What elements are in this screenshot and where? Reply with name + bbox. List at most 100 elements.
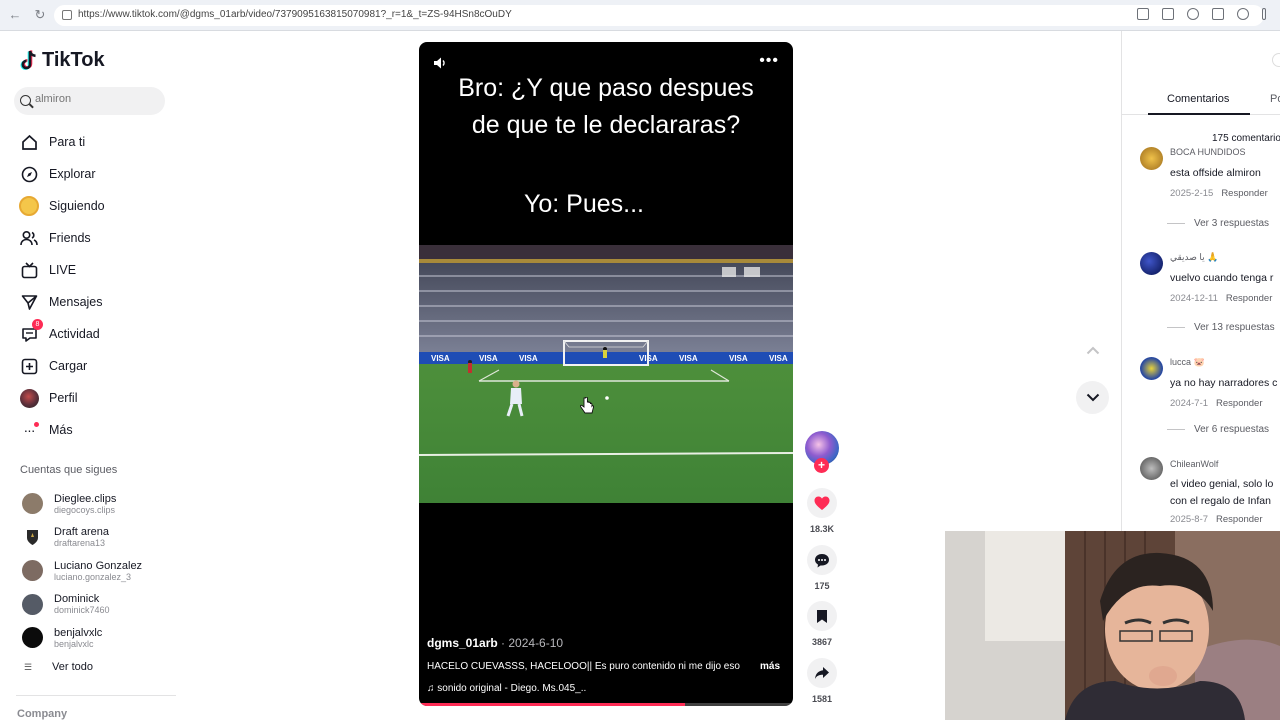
video-author[interactable]: dgms_01arb · 2024-6-10 (427, 636, 563, 650)
comment-username[interactable]: BOCA HUNDIDOS (1170, 147, 1246, 157)
following-list: Dieglee.clips diegocoys.clips Draft arena… (22, 487, 142, 655)
search-icon[interactable] (20, 95, 31, 106)
divider (16, 695, 176, 696)
nav-item-friends[interactable]: Friends (18, 222, 178, 254)
browser-toolbar: ← ↻ https://www.tiktok.com/@dgms_01arb/v… (0, 0, 1280, 31)
save-button[interactable] (807, 601, 837, 631)
avatar[interactable] (1140, 147, 1163, 170)
comment-username[interactable]: ChileanWolf (1170, 459, 1218, 469)
nav-label: Actividad (49, 327, 100, 341)
webcam-frame-image (945, 531, 1280, 720)
reply-button[interactable]: Responder (1216, 398, 1262, 409)
following-account[interactable]: benjalvxlc benjalvxlc (22, 621, 142, 655)
menu-icon[interactable] (1262, 8, 1266, 20)
comment-meta: 2025-8-7 Responder (1170, 514, 1263, 525)
profile-avatar-icon (18, 387, 40, 409)
follow-plus-icon[interactable]: + (814, 458, 829, 473)
svg-text:VISA: VISA (479, 354, 498, 363)
home-icon (18, 131, 40, 153)
see-all-link[interactable]: ☰ Ver todo (24, 661, 93, 673)
translate-icon[interactable] (1162, 8, 1174, 20)
notification-badge: 8 (32, 319, 43, 330)
nav-label: Mensajes (49, 295, 103, 309)
volume-icon[interactable] (433, 56, 447, 70)
extensions-icon[interactable] (1212, 8, 1224, 20)
reply-button[interactable]: Responder (1226, 293, 1272, 304)
share-icon (815, 667, 829, 679)
account-handle: dominick7460 (54, 605, 110, 616)
tab-comments[interactable]: Comentarios (1167, 93, 1229, 105)
following-account[interactable]: Dieglee.clips diegocoys.clips (22, 487, 142, 521)
next-video-button[interactable] (1076, 381, 1109, 414)
nav-item-explorar[interactable]: Explorar (18, 158, 178, 190)
search-input[interactable] (35, 93, 155, 105)
bookmark-star-icon[interactable] (1187, 8, 1199, 20)
video-date: · 2024-6-10 (497, 636, 564, 650)
nav-item-mensajes[interactable]: Mensajes (18, 286, 178, 318)
following-account[interactable]: Luciano Gonzalez luciano.gonzalez_3 (22, 554, 142, 588)
comment-text: vuelvo cuando tenga r (1170, 272, 1274, 284)
active-tab-indicator (1148, 113, 1250, 115)
following-account[interactable]: Draft arena draftarena13 (22, 521, 142, 555)
nav-item-para-ti[interactable]: Para ti (18, 126, 178, 158)
avatar[interactable] (1140, 457, 1163, 480)
url-text[interactable]: https://www.tiktok.com/@dgms_01arb/video… (78, 9, 512, 20)
share-button[interactable] (807, 658, 837, 688)
view-replies-link[interactable]: Ver 3 respuestas (1167, 218, 1269, 229)
address-bar[interactable]: https://www.tiktok.com/@dgms_01arb/video… (54, 5, 1264, 26)
video-description: HACELO CUEVASSS, HACELOOO|| Es puro cont… (427, 661, 740, 672)
following-account[interactable]: Dominick dominick7460 (22, 588, 142, 622)
tab-other[interactable]: Po (1270, 93, 1280, 105)
tab-icon[interactable] (1137, 8, 1149, 20)
avatar[interactable] (1140, 357, 1163, 380)
browser-extension-icons (1137, 8, 1266, 20)
comment-text: esta offside almiron (1170, 167, 1261, 179)
reload-icon[interactable]: ↻ (32, 7, 48, 23)
previous-video-button[interactable] (1076, 334, 1109, 367)
search-box[interactable] (14, 87, 165, 115)
comment-username[interactable]: lucca 🐷 (1170, 357, 1205, 368)
reply-button[interactable]: Responder (1216, 514, 1262, 525)
bookmark-icon (817, 609, 827, 623)
nav-item-perfil[interactable]: Perfil (18, 382, 178, 414)
nav-item-cargar[interactable]: Cargar (18, 350, 178, 382)
back-arrow-icon[interactable]: ← (7, 7, 23, 23)
author-name[interactable]: dgms_01arb (427, 636, 498, 650)
nav-label: Siguiendo (49, 199, 105, 213)
activity-icon: 8 (18, 319, 43, 345)
svg-text:VISA: VISA (679, 354, 698, 363)
account-name: Dieglee.clips (54, 492, 117, 505)
video-player[interactable]: ••• Bro: ¿Y que paso despues de que te l… (419, 42, 793, 706)
nav-item-live[interactable]: LIVE (18, 254, 178, 286)
sound-link[interactable]: ♫ sonido original - Diego. Ms.045_.. (427, 683, 586, 694)
view-replies-link[interactable]: Ver 6 respuestas (1167, 424, 1269, 435)
more-options-icon[interactable]: ••• (759, 53, 779, 69)
nav-item-mas[interactable]: ··· Más (18, 414, 178, 446)
avatar[interactable] (1140, 252, 1163, 275)
comment-username[interactable]: يا صديقي 🙏 (1170, 252, 1218, 263)
comment-text-line2: con el regalo de Infan (1170, 495, 1271, 507)
reply-button[interactable]: Responder (1221, 188, 1267, 199)
tiktok-logo[interactable]: TikTok (20, 49, 105, 72)
more-icon: ··· (18, 419, 40, 441)
account-name: Luciano Gonzalez (54, 559, 143, 572)
nav-label: Más (49, 423, 73, 437)
avatar (22, 493, 43, 515)
site-info-icon[interactable] (62, 10, 72, 20)
account-handle: luciano.gonzalez_3 (54, 571, 132, 582)
view-replies-link[interactable]: Ver 13 respuestas (1167, 322, 1275, 333)
see-more-link[interactable]: más (760, 661, 780, 672)
avatar (22, 627, 43, 649)
comment-button[interactable] (807, 545, 837, 575)
account-name: benjalvxlc (54, 626, 103, 639)
like-count: 18.3K (809, 524, 835, 534)
like-button[interactable] (807, 488, 837, 518)
video-frame: VISA VISA VISA VISA VISA VISA VISA (419, 245, 793, 503)
circle-icon (1272, 53, 1280, 67)
nav-item-actividad[interactable]: 8 Actividad (18, 318, 178, 350)
profile-icon[interactable] (1237, 8, 1249, 20)
company-link[interactable]: Company (17, 708, 67, 720)
nav-item-siguiendo[interactable]: Siguiendo (18, 190, 178, 222)
list-icon: ☰ (24, 661, 33, 672)
video-progress-bar[interactable] (419, 703, 793, 706)
